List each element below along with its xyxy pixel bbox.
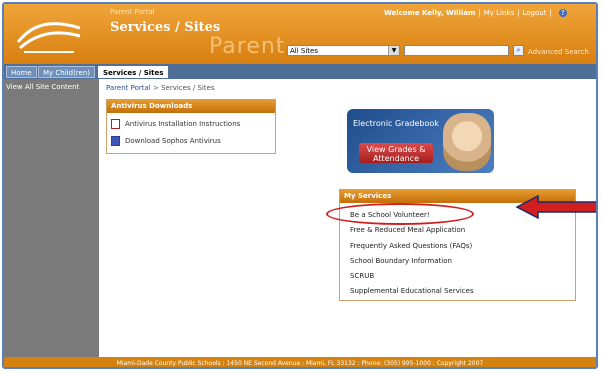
service-link-meal-application[interactable]: Free & Reduced Meal Application	[350, 226, 465, 234]
site-select[interactable]: All Sites ▼	[287, 45, 400, 56]
welcome-text[interactable]: Welcome Kelly, William	[384, 9, 475, 17]
logout-link[interactable]: Logout	[522, 9, 546, 17]
student-photo	[443, 113, 491, 171]
sidebar-item-view-all[interactable]: View All Site Content	[6, 83, 79, 91]
antivirus-instructions-link[interactable]: Antivirus Installation Instructions	[111, 119, 240, 129]
service-link-boundary[interactable]: School Boundary Information	[350, 257, 452, 265]
view-grades-button[interactable]: View Grades & Attendance	[359, 143, 433, 163]
sidebar: View All Site Content	[4, 79, 99, 357]
breadcrumb: Parent Portal > Services / Sites	[106, 84, 215, 92]
footer: Miami-Dade County Public Schools : 1450 …	[4, 357, 596, 367]
gradebook-banner[interactable]: Electronic Gradebook View Grades & Atten…	[347, 109, 494, 173]
download-sophos-label: Download Sophos Antivirus	[125, 137, 221, 145]
tab-my-children[interactable]: My Child(ren)	[38, 66, 95, 78]
search-input[interactable]	[404, 45, 509, 56]
antivirus-header: Antivirus Downloads	[107, 100, 275, 113]
book-logo-icon	[16, 22, 81, 53]
chevron-down-icon[interactable]: ▼	[388, 46, 399, 55]
tab-services-sites[interactable]: Services / Sites	[98, 66, 169, 78]
view-grades-label-1: View Grades &	[366, 145, 426, 154]
header: Parent Portal Services / Sites Parent We…	[4, 4, 596, 64]
service-link-supplemental[interactable]: Supplemental Educational Services	[350, 287, 474, 295]
tab-home[interactable]: Home	[6, 66, 37, 78]
search-icon[interactable]: ⌕	[513, 45, 524, 56]
highlight-oval	[326, 203, 474, 225]
breadcrumb-root[interactable]: Parent Portal	[106, 84, 151, 92]
browser-frame: Parent Portal Services / Sites Parent We…	[2, 2, 598, 369]
service-link-scrub[interactable]: SCRUB	[350, 272, 374, 280]
advanced-search-link[interactable]: Advanced Search	[528, 48, 589, 56]
help-icon[interactable]: ?	[558, 9, 567, 17]
welcome-bar: Welcome Kelly, William | My Links | Logout |?	[384, 9, 567, 17]
parent-watermark: Parent	[209, 34, 286, 59]
tab-bar: Home My Child(ren) Services / Sites	[4, 64, 596, 79]
pointer-arrow-icon	[516, 194, 596, 220]
disk-icon	[111, 136, 120, 146]
download-sophos-link[interactable]: Download Sophos Antivirus	[111, 136, 221, 146]
breadcrumb-separator: >	[152, 84, 159, 92]
page-title: Services / Sites	[110, 20, 221, 35]
antivirus-panel: Antivirus Downloads Antivirus Installati…	[106, 99, 276, 154]
site-select-value: All Sites	[290, 47, 318, 55]
portal-name: Parent Portal	[110, 8, 155, 16]
gradebook-title: Electronic Gradebook	[353, 119, 439, 128]
antivirus-instructions-label: Antivirus Installation Instructions	[125, 120, 241, 128]
my-links-link[interactable]: My Links	[484, 9, 514, 17]
breadcrumb-current: Services / Sites	[161, 84, 215, 92]
pdf-icon	[111, 119, 120, 129]
service-link-faqs[interactable]: Frequently Asked Questions (FAQs)	[350, 242, 472, 250]
view-grades-label-2: Attendance	[373, 154, 419, 163]
